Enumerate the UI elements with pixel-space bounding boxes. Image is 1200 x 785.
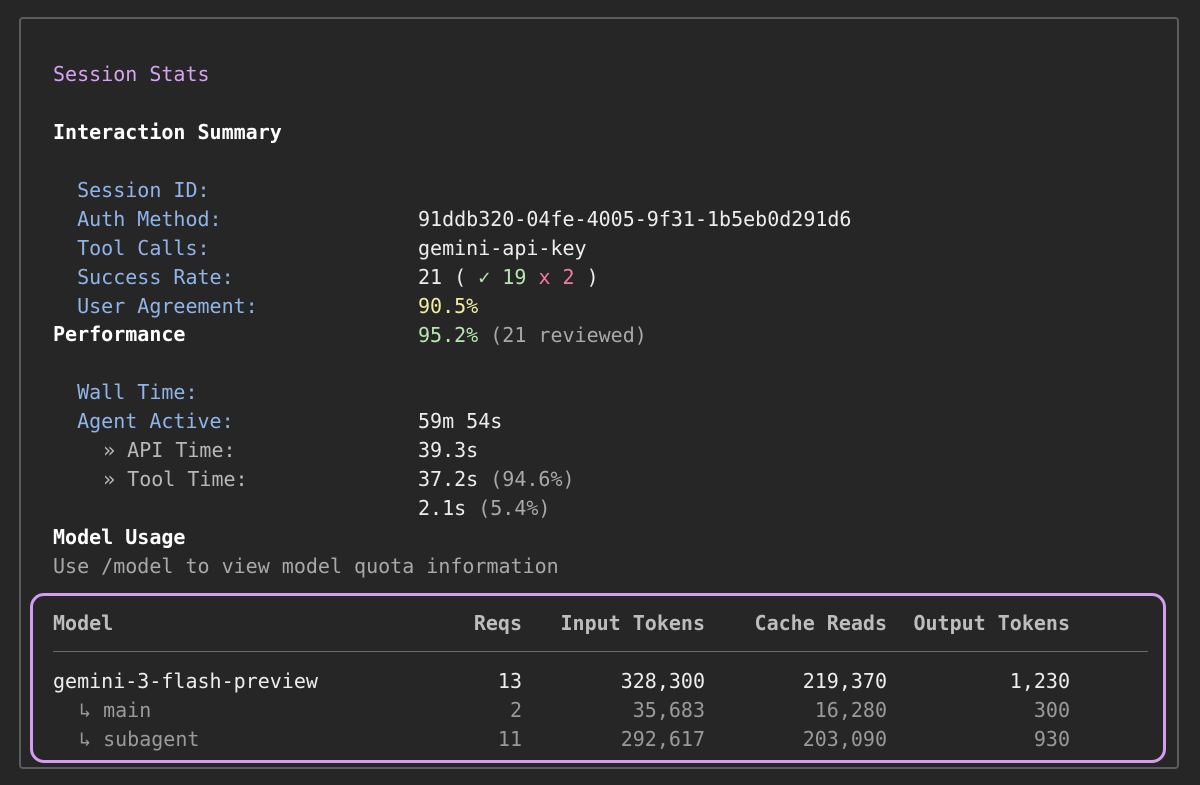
success-rate-value: 90.5%: [418, 294, 479, 318]
tool-time-seconds: 2.1s: [418, 496, 467, 520]
user-agreement-percent: 95.2%: [418, 323, 479, 347]
col-header-cache-reads: Cache Reads: [754, 611, 887, 635]
user-agreement-note: (21 reviewed): [490, 323, 647, 347]
success-rate-row: Success Rate: 90.5%: [53, 234, 1153, 318]
agent-active-row: Agent Active: 39.3s: [53, 378, 1153, 462]
wall-time-row: Wall Time: 59m 54s: [53, 349, 1153, 433]
col-header-reqs: Reqs: [473, 611, 522, 635]
api-time-row: » API Time: 37.2s (94.6%): [53, 407, 1153, 491]
tool-time-value: 2.1s (5.4%): [418, 494, 550, 523]
api-time-seconds: 37.2s: [418, 467, 479, 491]
table-row-cache: 203,090: [802, 727, 887, 751]
table-row-output: 930: [1033, 727, 1070, 751]
tool-calls-row: Tool Calls: 21 ( ✓ 19 x 2 ): [53, 205, 1153, 289]
col-header-input-tokens: Input Tokens: [560, 611, 706, 635]
col-header-model: Model: [53, 611, 114, 635]
table-row-reqs: 2: [509, 698, 522, 722]
performance-heading: Performance: [53, 322, 186, 346]
api-time-value: 37.2s (94.6%): [418, 465, 575, 494]
table-row-input: 292,617: [620, 727, 705, 751]
table-row-input: 328,300: [620, 669, 705, 693]
table-row-input: 35,683: [632, 698, 705, 722]
tool-time-label: » Tool Time:: [103, 467, 248, 491]
table-row-cache: 219,370: [802, 669, 887, 693]
col-header-output-tokens: Output Tokens: [913, 611, 1070, 635]
user-agreement-label: User Agreement:: [77, 294, 258, 318]
table-row-model: gemini-3-flash-preview: [53, 669, 318, 693]
model-usage-heading: Model Usage: [53, 525, 186, 549]
auth-method-row: Auth Method: gemini-api-key: [53, 176, 1153, 260]
table-divider: [53, 651, 1148, 652]
tool-time-percent: (5.4%): [478, 496, 551, 520]
panel-title: Session Stats: [53, 62, 210, 86]
table-row-model: ↳ main: [79, 698, 152, 722]
table-row-output: 1,230: [1009, 669, 1070, 693]
table-row-output: 300: [1033, 698, 1070, 722]
table-row-reqs: 11: [497, 727, 522, 751]
api-time-percent: (94.6%): [490, 467, 575, 491]
user-agreement-row: User Agreement: 95.2% (21 reviewed): [53, 263, 1153, 347]
user-agreement-value: 95.2% (21 reviewed): [418, 321, 647, 350]
table-row-reqs: 13: [497, 669, 522, 693]
session-id-row: Session ID: 91ddb320-04fe-4005-9f31-1b5e…: [53, 147, 1153, 231]
tool-time-row: » Tool Time: 2.1s (5.4%): [53, 436, 1153, 520]
model-usage-hint: Use /model to view model quota informati…: [53, 554, 559, 578]
table-row-cache: 16,280: [814, 698, 887, 722]
interaction-summary-heading: Interaction Summary: [53, 120, 282, 144]
table-row-model: ↳ subagent: [79, 727, 200, 751]
